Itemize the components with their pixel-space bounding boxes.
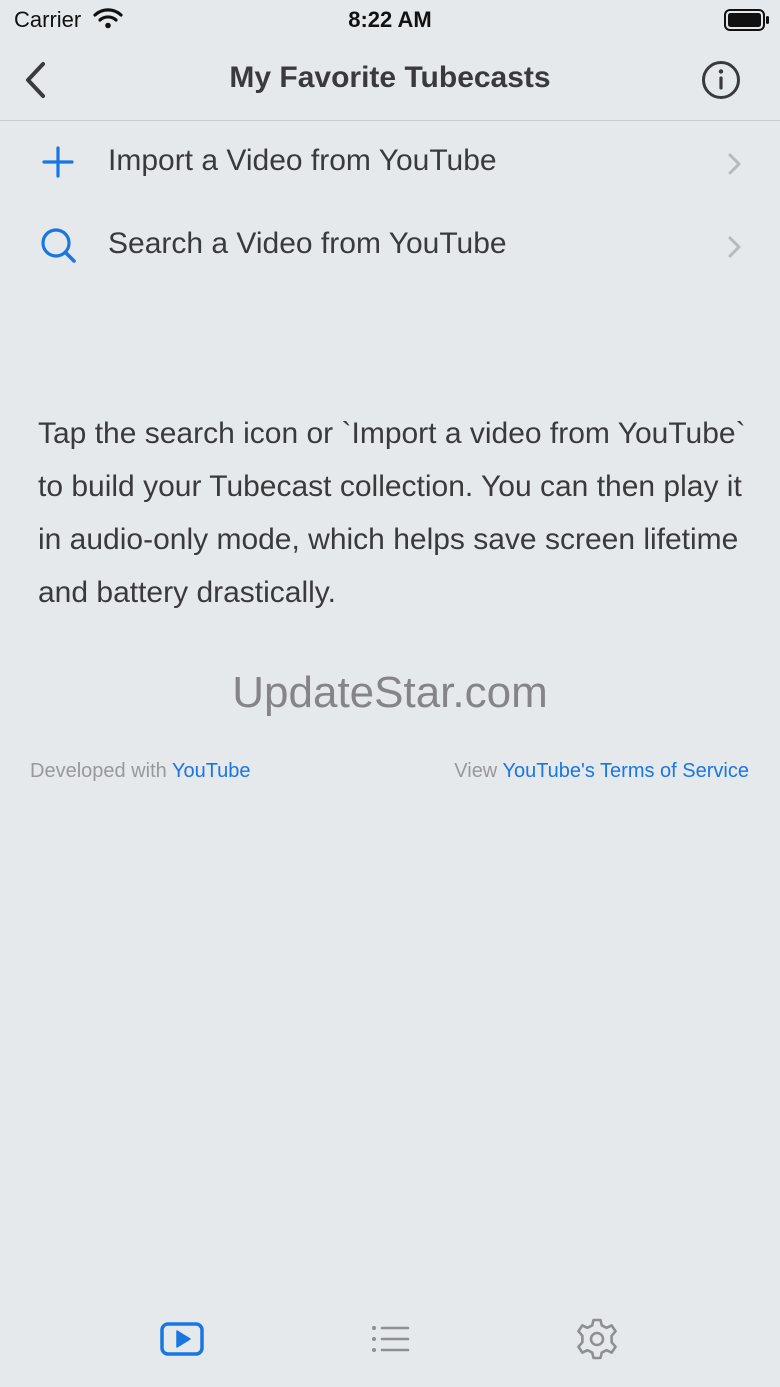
search-icon	[41, 228, 76, 263]
chevron-right-icon	[728, 153, 741, 175]
search-video-row[interactable]: Search a Video from YouTube	[0, 205, 780, 287]
battery-full-icon	[724, 9, 769, 31]
tab-bar	[0, 1300, 780, 1387]
chevron-right-icon	[728, 236, 741, 258]
navigation-bar: My Favorite Tubecasts	[0, 40, 780, 121]
page-title: My Favorite Tubecasts	[229, 61, 551, 94]
tab-playlist-list-icon[interactable]	[366, 1316, 416, 1362]
tab-settings-gear-icon[interactable]	[572, 1316, 622, 1362]
terms-note: View YouTube's Terms of Service	[454, 760, 749, 783]
import-video-label: Import a Video from YouTube	[108, 144, 497, 177]
youtube-link[interactable]: YouTube	[172, 760, 251, 782]
clock: 8:22 AM	[348, 7, 432, 32]
search-video-label: Search a Video from YouTube	[108, 227, 507, 260]
import-video-row[interactable]: Import a Video from YouTube	[0, 122, 780, 204]
plus-icon	[42, 146, 74, 178]
screen: Carrier 8:22 AM My Favorite Tubecasts Im…	[0, 0, 780, 1387]
info-button[interactable]	[700, 59, 742, 101]
view-label: View	[454, 760, 503, 782]
youtube-terms-link[interactable]: YouTube's Terms of Service	[502, 760, 749, 782]
tab-tubecasts-play-video-icon[interactable]	[157, 1316, 207, 1362]
developed-with-note: Developed with YouTube	[30, 760, 251, 783]
status-bar: Carrier 8:22 AM	[0, 0, 780, 40]
watermark: UpdateStar.com	[232, 668, 548, 717]
developed-with-label: Developed with	[30, 760, 172, 782]
empty-state-description: Tap the search icon or `Import a video f…	[38, 417, 746, 609]
